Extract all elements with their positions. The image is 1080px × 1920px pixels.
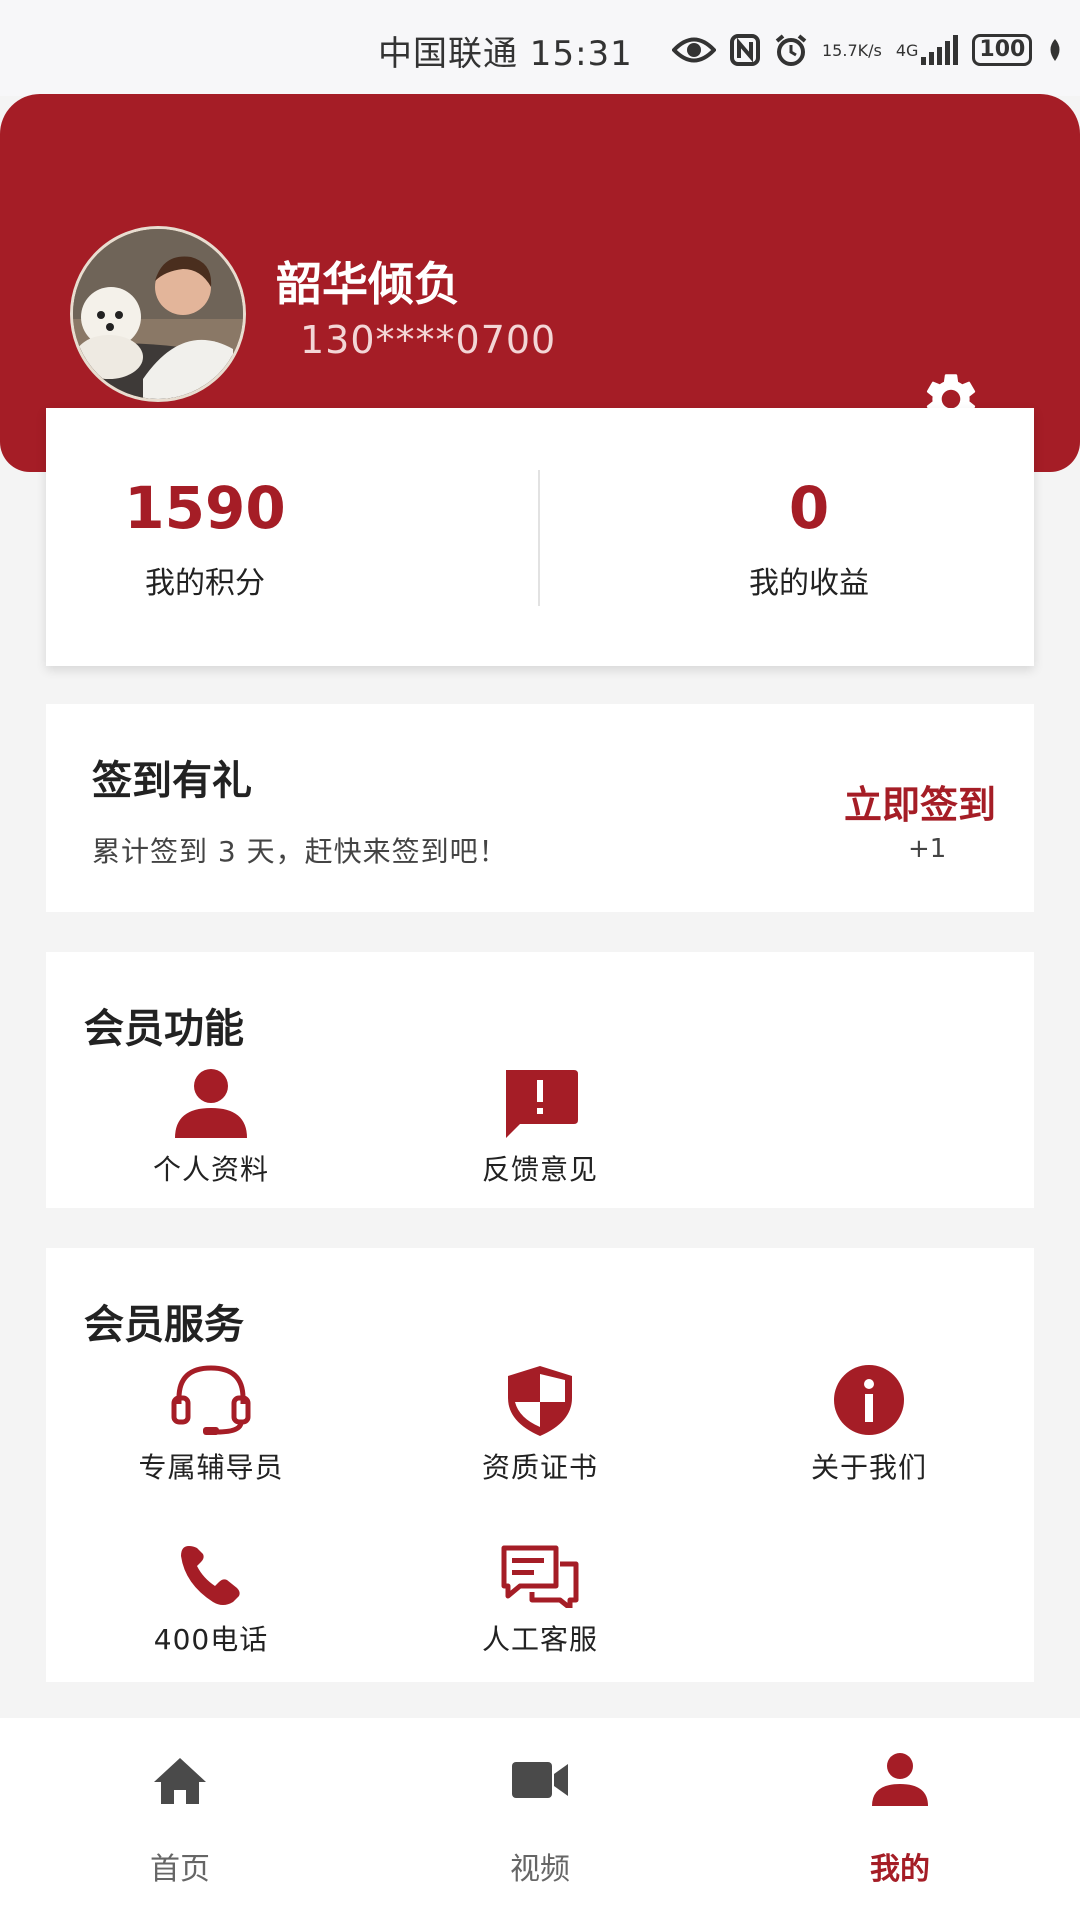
about-us-item[interactable]: 关于我们 (704, 1364, 1034, 1486)
info-icon (834, 1365, 904, 1435)
video-icon (512, 1762, 568, 1798)
net-speed: 15.7 K/s (822, 40, 882, 60)
points-value: 1590 (124, 474, 286, 542)
feedback-item[interactable]: 反馈意见 (375, 1068, 705, 1188)
earnings-value: 0 (788, 474, 830, 542)
member-services-title: 会员服务 (84, 1302, 244, 1348)
person-icon (175, 1069, 247, 1138)
certificate-item[interactable]: 资质证书 (375, 1364, 705, 1486)
nav-mine-label: 我的 (870, 1852, 930, 1887)
counselor-label: 专属辅导员 (138, 1451, 284, 1484)
customer-service-label: 人工客服 (481, 1623, 598, 1656)
profile-info-label: 个人资料 (152, 1153, 269, 1186)
signal-icon: 4G (896, 32, 959, 68)
hotline-label: 400电话 (153, 1623, 269, 1656)
member-features-title: 会员功能 (84, 1006, 244, 1052)
home-icon (154, 1758, 206, 1804)
nfc-icon (730, 32, 760, 68)
chat-icon (501, 1545, 579, 1608)
nav-mine[interactable]: 我的 (720, 1718, 1080, 1920)
feedback-label: 反馈意见 (481, 1153, 598, 1186)
status-bar: 中国联通 15:31 15.7 K/s 4G 100 (0, 0, 1080, 96)
signin-card: 签到有礼 累计签到 3 天，赶快来签到吧！ 立即签到 +1 (46, 704, 1034, 912)
phone-number: 130****0700 (300, 318, 557, 362)
certificate-label: 资质证书 (481, 1451, 598, 1484)
member-services-card: 会员服务 专属辅导员 资质证书 关于我们 400电话 人工客服 (46, 1248, 1034, 1682)
shield-icon (508, 1366, 572, 1436)
customer-service-item[interactable]: 人工客服 (375, 1544, 705, 1658)
earnings-label: 我的收益 (749, 566, 869, 601)
earnings-stat[interactable]: 0 我的收益 (540, 408, 1034, 666)
points-stat[interactable]: 1590 我的积分 (46, 408, 540, 666)
stats-card: 1590 我的积分 0 我的收益 (46, 408, 1034, 666)
headset-icon (171, 1365, 251, 1435)
signin-reward: +1 (908, 834, 947, 864)
feedback-icon (506, 1070, 578, 1138)
member-features-card: 会员功能 个人资料 反馈意见 (46, 952, 1034, 1208)
signin-description: 累计签到 3 天，赶快来签到吧！ (92, 835, 508, 868)
carrier-time: 中国联通 15:31 (378, 34, 633, 74)
bottom-nav: 首页 视频 我的 (0, 1718, 1080, 1920)
nav-video-label: 视频 (510, 1852, 570, 1887)
profile-info-item[interactable]: 个人资料 (46, 1068, 376, 1188)
signin-title: 签到有礼 (92, 758, 252, 804)
username: 韶华倾负 (276, 257, 460, 311)
avatar[interactable] (70, 226, 246, 402)
hotline-item[interactable]: 400电话 (46, 1544, 376, 1658)
nav-home[interactable]: 首页 (0, 1718, 360, 1920)
phone-icon (181, 1546, 240, 1605)
nav-home-label: 首页 (150, 1852, 210, 1887)
status-icons: 15.7 K/s 4G 100 (672, 30, 1064, 70)
counselor-item[interactable]: 专属辅导员 (46, 1364, 376, 1486)
about-us-label: 关于我们 (810, 1451, 927, 1484)
leaf-icon (1046, 32, 1064, 68)
nav-video[interactable]: 视频 (360, 1718, 720, 1920)
battery-icon: 100 (972, 34, 1033, 66)
eye-icon (672, 32, 716, 68)
signin-button[interactable]: 立即签到 (844, 774, 996, 829)
person-icon (872, 1753, 928, 1806)
points-label: 我的积分 (145, 566, 265, 601)
alarm-icon (774, 32, 808, 68)
